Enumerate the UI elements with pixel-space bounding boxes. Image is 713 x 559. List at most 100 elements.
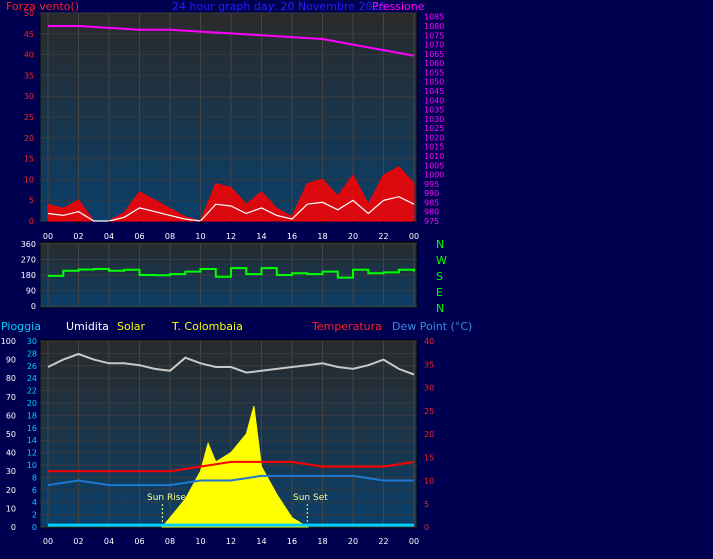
rain-tick-label: 70 xyxy=(6,393,16,402)
pressure-axis-ticks: 9759809859909951000100510101015102010251… xyxy=(424,13,444,226)
wind-tick-label: 35 xyxy=(24,71,34,80)
hour-tick-label: 20 xyxy=(348,232,358,241)
hour-tick-label: 14 xyxy=(256,537,266,546)
pressure-tick-label: 1015 xyxy=(424,143,444,152)
humidity-axis-label: Umidita xyxy=(66,320,109,333)
rain-tick-label: 100 xyxy=(1,337,16,346)
temperature-tick-label: 0 xyxy=(424,523,429,532)
compass-label: N xyxy=(436,302,444,315)
pressure-tick-label: 1000 xyxy=(424,171,444,180)
sunrise-annotation: Sun Rise xyxy=(147,493,186,503)
temperature-tick-label: 15 xyxy=(424,453,434,462)
rain-tick-label: 20 xyxy=(6,486,16,495)
hour-tick-label: 08 xyxy=(165,537,175,546)
temperature-tick-label: 25 xyxy=(424,407,434,416)
pressure-tick-label: 1005 xyxy=(424,161,444,170)
humidity-tick-label: 20 xyxy=(27,399,37,408)
hour-tick-label: 16 xyxy=(287,537,297,546)
direction-axis-ticks: 0 90 180 270 360 xyxy=(21,240,36,311)
humidity-tick-label: 2 xyxy=(32,511,37,520)
humidity-tick-label: 12 xyxy=(27,449,37,458)
hour-tick-label: 12 xyxy=(226,232,236,241)
wind-axis-ticks: 0 5 10 15 20 25 30 35 40 45 50 xyxy=(24,9,34,226)
pressure-tick-label: 1085 xyxy=(424,13,444,22)
humidity-tick-label: 18 xyxy=(27,411,37,420)
pressure-axis-label: Pressione xyxy=(372,0,425,13)
humidity-tick-label: 8 xyxy=(32,473,37,482)
temperature-axis-label: Temperatura xyxy=(311,320,382,333)
wind-tick-label: 5 xyxy=(29,196,34,205)
hour-tick-label: 00 xyxy=(409,537,419,546)
temperature-tick-label: 20 xyxy=(424,430,434,439)
temperature-axis-ticks: 0 5 10 15 20 25 30 35 40 xyxy=(424,337,434,532)
pressure-tick-label: 1010 xyxy=(424,152,444,161)
humidity-tick-label: 30 xyxy=(27,337,37,346)
compass-label: W xyxy=(436,254,447,267)
chart-title: 24 hour graph day: 20 Novembre 2015 xyxy=(172,0,386,13)
rain-tick-label: 10 xyxy=(6,504,16,513)
pressure-tick-label: 975 xyxy=(424,217,439,226)
wind-tick-label: 40 xyxy=(24,51,34,60)
hour-tick-label: 10 xyxy=(195,232,205,241)
hour-tick-label: 00 xyxy=(43,537,53,546)
rain-tick-label: 0 xyxy=(11,523,16,532)
wind-tick-label: 45 xyxy=(24,30,34,39)
hour-tick-label: 22 xyxy=(378,537,388,546)
pressure-tick-label: 1020 xyxy=(424,133,444,142)
rain-tick-label: 50 xyxy=(6,430,16,439)
temperature-tick-label: 30 xyxy=(424,384,434,393)
pressure-tick-label: 985 xyxy=(424,198,439,207)
wind-tick-label: 20 xyxy=(24,134,34,143)
direction-tick-label: 90 xyxy=(26,287,36,296)
hour-tick-label: 10 xyxy=(195,537,205,546)
hour-tick-label: 14 xyxy=(256,232,266,241)
temperature-tick-label: 10 xyxy=(424,477,434,486)
pressure-tick-label: 1055 xyxy=(424,68,444,77)
compass-labels: NWSEN xyxy=(436,238,447,315)
wind-axis-label: Forza vento() xyxy=(6,0,79,13)
pressure-tick-label: 1035 xyxy=(424,106,444,115)
hour-tick-label: 22 xyxy=(378,232,388,241)
temperature-tick-label: 5 xyxy=(424,500,429,509)
humidity-tick-label: 28 xyxy=(27,349,37,358)
wind-tick-label: 25 xyxy=(24,113,34,122)
rain-tick-label: 80 xyxy=(6,374,16,383)
pressure-tick-label: 1060 xyxy=(424,59,444,68)
humidity-axis-ticks: 024681012141618202224262830 xyxy=(27,337,37,532)
compass-label: S xyxy=(436,270,443,283)
hour-tick-label: 18 xyxy=(317,232,327,241)
rain-tick-label: 40 xyxy=(6,449,16,458)
pressure-tick-label: 980 xyxy=(424,208,439,217)
rain-tick-label: 30 xyxy=(6,467,16,476)
pressure-tick-label: 1080 xyxy=(424,22,444,31)
wind-tick-label: 0 xyxy=(29,217,34,226)
hour-tick-label: 00 xyxy=(43,232,53,241)
pressure-tick-label: 1030 xyxy=(424,115,444,124)
dewpoint-label: Dew Point (°C) xyxy=(392,320,472,333)
hour-tick-label: 00 xyxy=(409,232,419,241)
humidity-tick-label: 10 xyxy=(27,461,37,470)
hour-axis-ticks-top: 00 02 04 06 08 10 12 14 16 18 20 22 00 xyxy=(43,221,419,241)
direction-tick-label: 0 xyxy=(31,302,36,311)
direction-tick-label: 360 xyxy=(21,240,36,249)
pressure-tick-label: 1025 xyxy=(424,124,444,133)
hour-tick-label: 12 xyxy=(226,537,236,546)
rain-tick-label: 90 xyxy=(6,356,16,365)
direction-tick-label: 270 xyxy=(21,256,36,265)
pressure-tick-label: 1040 xyxy=(424,96,444,105)
hour-tick-label: 08 xyxy=(165,232,175,241)
station-name: T. Colombaia xyxy=(171,320,243,333)
wind-tick-label: 30 xyxy=(24,92,34,101)
hour-tick-label: 02 xyxy=(73,232,83,241)
humidity-tick-label: 14 xyxy=(27,436,37,445)
temperature-tick-label: 35 xyxy=(424,360,434,369)
hour-axis-ticks-bottom: 00 02 04 06 08 10 12 14 16 18 20 22 00 xyxy=(43,537,419,546)
pressure-tick-label: 995 xyxy=(424,180,439,189)
hour-tick-label: 04 xyxy=(104,537,114,546)
weather-charts: Forza vento() 24 hour graph day: 20 Nove… xyxy=(1,0,473,546)
hour-tick-label: 04 xyxy=(104,232,114,241)
hour-tick-label: 16 xyxy=(287,232,297,241)
hour-tick-label: 02 xyxy=(73,537,83,546)
pressure-tick-label: 1070 xyxy=(424,41,444,50)
humidity-tick-label: 16 xyxy=(27,424,37,433)
